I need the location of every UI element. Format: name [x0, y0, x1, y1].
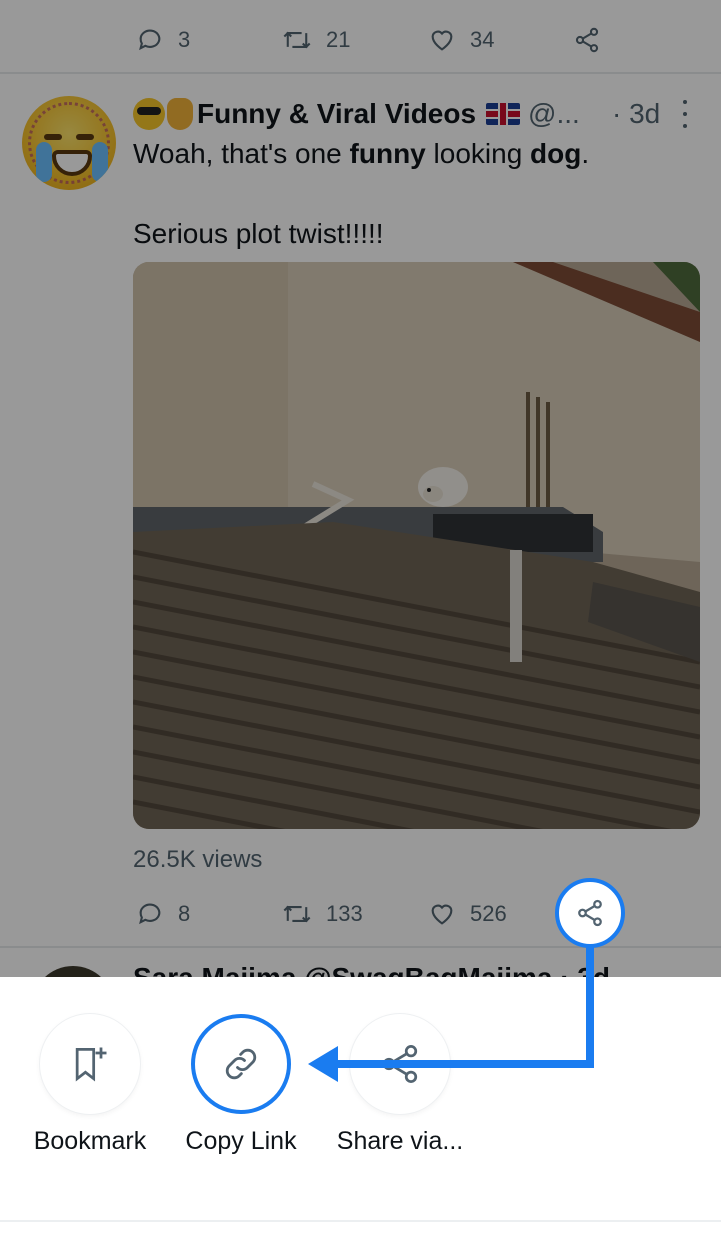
share-via-label: Share via...	[336, 1127, 464, 1155]
bookmark-label: Bookmark	[33, 1127, 147, 1155]
bookmark-add-icon	[75, 1047, 107, 1082]
share-icon	[382, 1045, 418, 1083]
sheet-bottom-divider	[0, 1220, 721, 1222]
share-button-highlighted[interactable]	[555, 878, 625, 948]
dim-overlay[interactable]	[0, 0, 721, 977]
copy-link-label: Copy Link	[185, 1127, 297, 1155]
bookmark-button[interactable]	[40, 1014, 140, 1114]
share-icon	[578, 899, 602, 927]
link-icon	[225, 1048, 257, 1080]
share-sheet: Bookmark Share via... Copy Link	[0, 977, 721, 1245]
share-via-button[interactable]	[350, 1014, 450, 1114]
copy-link-button[interactable]	[191, 1014, 291, 1114]
tweet-feed: 3 21 34 Funny & Viral Videos @... · 3d W…	[0, 0, 721, 977]
